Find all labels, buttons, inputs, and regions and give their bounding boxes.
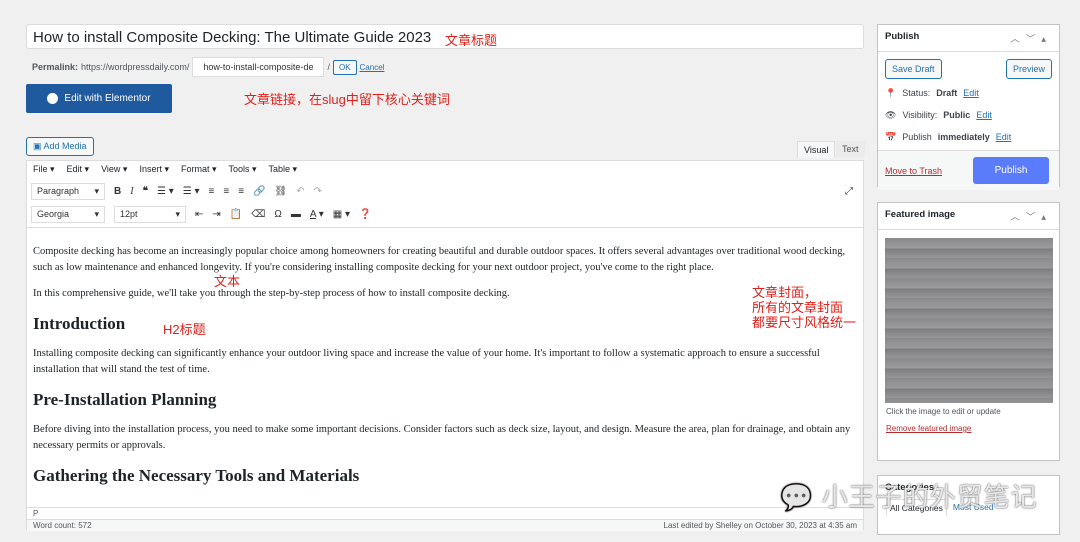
eye-icon: 👁 xyxy=(885,109,897,120)
help-icon[interactable]: ❓ xyxy=(359,209,371,220)
ok-button[interactable]: OK xyxy=(332,59,357,75)
featured-image-hint: Click the image to edit or update xyxy=(886,407,1001,416)
heading: Introduction xyxy=(33,314,126,333)
editor-content[interactable]: Composite decking has become an increasi… xyxy=(27,227,863,507)
element-path: P xyxy=(33,509,39,518)
toolbar-1: Paragraph ▾ B I ❝ ☰ ▾ ☰ ▾ ≡ ≡ ≡ 🔗 ⛓ ↶ ↷ ⤢ xyxy=(27,180,863,202)
tab-visual[interactable]: Visual xyxy=(797,141,836,158)
watermark: 💬 小王子的外贸笔记 xyxy=(780,482,1038,512)
annotation-title: 文章标题 xyxy=(445,33,498,48)
font-family-select[interactable]: Georgia ▾ xyxy=(31,205,105,223)
table-icon[interactable]: ▦ ▾ xyxy=(333,209,350,220)
menu-format[interactable]: Format ▾ xyxy=(181,164,217,175)
edit-visibility-link[interactable]: Edit xyxy=(976,110,992,120)
permalink-base: https://wordpressdaily.com/ xyxy=(81,62,190,72)
clear-format-icon[interactable]: ⌫ xyxy=(251,209,265,220)
word-count: Word count: 572 xyxy=(33,521,92,530)
publish-box-title: Publish xyxy=(885,31,920,42)
paragraph: Installing composite decking can signifi… xyxy=(33,348,820,375)
move-to-trash-link[interactable]: Move to Trash xyxy=(885,166,942,176)
permalink-label: Permalink: xyxy=(32,62,79,72)
preview-button[interactable]: Preview xyxy=(1005,59,1052,79)
permalink-row: Permalink: https://wordpressdaily.com/ h… xyxy=(32,57,384,77)
annotation-h2: H2标题 xyxy=(163,322,206,337)
hr-icon[interactable]: ▬ xyxy=(291,209,301,220)
paste-text-icon[interactable]: 📋 xyxy=(230,209,242,220)
menu-view[interactable]: View ▾ xyxy=(101,164,127,175)
fullscreen-icon[interactable]: ⤢ xyxy=(845,186,853,197)
toolbar-2: Georgia ▾ 12pt ▾ ⇤ ⇥ 📋 ⌫ Ω ▬ A ▾ ▦ ▾ ❓ xyxy=(27,203,863,225)
edit-status-link[interactable]: Edit xyxy=(963,88,979,98)
featured-image-title: Featured image xyxy=(885,209,956,220)
special-char-icon[interactable]: Ω xyxy=(274,209,281,220)
wechat-icon: 💬 xyxy=(780,482,814,512)
featured-image-box: Featured image ︿﹀▴ Click the image to edi… xyxy=(877,202,1060,461)
box-controls[interactable]: ︿﹀▴ xyxy=(1010,31,1052,45)
outdent-icon[interactable]: ⇤ xyxy=(195,209,203,220)
pin-icon: 📍 xyxy=(885,87,897,98)
unlink-icon[interactable]: ⛓ xyxy=(274,186,287,197)
editor-statusbar: P Word count: 572 Last edited by Shelley… xyxy=(27,507,863,531)
elementor-label: Edit with Elementor xyxy=(64,93,151,104)
paragraph: Composite decking has become an increasi… xyxy=(33,246,846,273)
align-left-icon[interactable]: ≡ xyxy=(209,186,215,197)
heading: Pre-Installation Planning xyxy=(33,390,217,409)
bold-icon[interactable]: B xyxy=(114,186,121,197)
save-draft-button[interactable]: Save Draft xyxy=(885,59,942,79)
align-right-icon[interactable]: ≡ xyxy=(238,186,244,197)
redo-icon[interactable]: ↷ xyxy=(314,186,322,197)
italic-icon[interactable]: I xyxy=(130,186,133,197)
text-color-icon[interactable]: A ▾ xyxy=(310,209,324,220)
annotation-permalink: 文章链接，在slug中留下核心关键词 xyxy=(244,92,450,107)
edit-with-elementor-button[interactable]: Edit with Elementor xyxy=(26,84,172,113)
slug-input[interactable]: how-to-install-composite-de xyxy=(192,57,325,77)
align-center-icon[interactable]: ≡ xyxy=(223,186,229,197)
editor-menubar: File ▾ Edit ▾ View ▾ Insert ▾ Format ▾ T… xyxy=(27,160,863,178)
paragraph: Before diving into the installation proc… xyxy=(33,424,851,451)
featured-image[interactable] xyxy=(885,238,1053,403)
paragraph: In this comprehensive guide, we'll take … xyxy=(33,288,510,299)
edit-schedule-link[interactable]: Edit xyxy=(996,132,1012,142)
add-media-label: Add Media xyxy=(43,141,87,151)
box-controls[interactable]: ︿﹀▴ xyxy=(1010,209,1052,223)
font-size-select[interactable]: 12pt ▾ xyxy=(114,205,186,223)
last-edited: Last edited by Shelley on October 30, 20… xyxy=(663,521,857,530)
annotation-cover: 文章封面， 所有的文章封面 都要尺寸风格统一 xyxy=(752,285,857,330)
block-format-select[interactable]: Paragraph ▾ xyxy=(31,182,105,200)
cancel-link[interactable]: Cancel xyxy=(360,63,385,72)
elementor-icon xyxy=(47,93,59,104)
undo-icon[interactable]: ↶ xyxy=(296,186,304,197)
calendar-icon: 📅 xyxy=(885,131,897,142)
slash: / xyxy=(327,62,330,72)
tab-text[interactable]: Text xyxy=(836,141,865,157)
menu-tools[interactable]: Tools ▾ xyxy=(229,164,257,175)
indent-icon[interactable]: ⇥ xyxy=(212,209,220,220)
menu-edit[interactable]: Edit ▾ xyxy=(67,164,90,175)
menu-file[interactable]: File ▾ xyxy=(33,164,55,175)
bullet-list-icon[interactable]: ☰ ▾ xyxy=(157,186,174,197)
menu-table[interactable]: Table ▾ xyxy=(269,164,298,175)
menu-insert[interactable]: Insert ▾ xyxy=(139,164,169,175)
add-media-button[interactable]: ▣ Add Media xyxy=(26,137,94,156)
blockquote-icon[interactable]: ❝ xyxy=(143,186,148,197)
publish-button[interactable]: Publish xyxy=(973,157,1049,184)
annotation-text: 文本 xyxy=(214,274,241,289)
numbered-list-icon[interactable]: ☰ ▾ xyxy=(183,186,200,197)
publish-box: Publish ︿﹀▴ Save Draft Preview 📍 Status: Dr… xyxy=(877,24,1060,190)
link-icon[interactable]: 🔗 xyxy=(253,186,265,197)
remove-featured-image-link[interactable]: Remove featured image xyxy=(878,416,1059,441)
heading: Gathering the Necessary Tools and Materi… xyxy=(33,466,360,485)
